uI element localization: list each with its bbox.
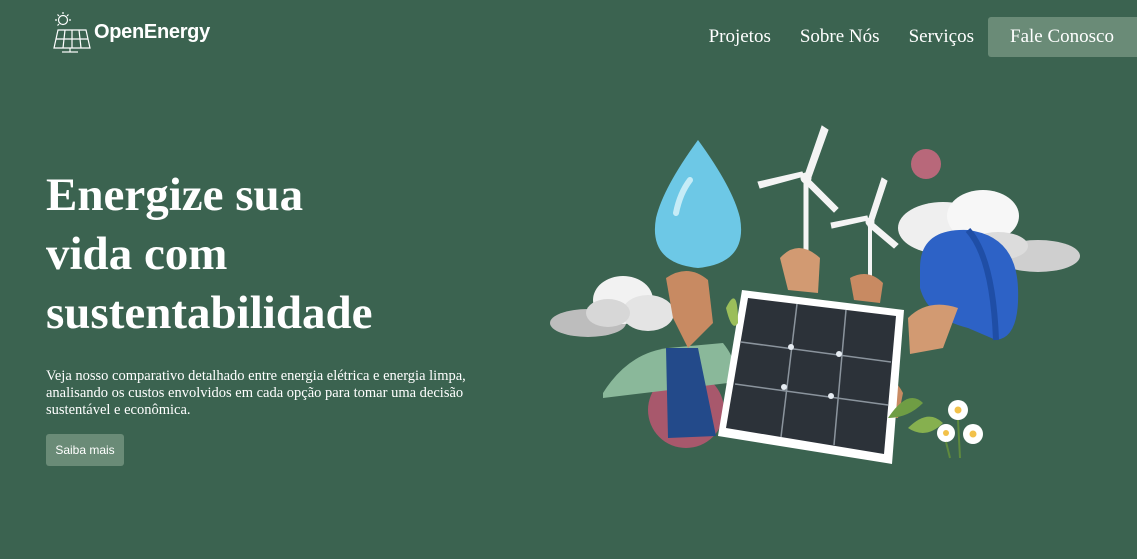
hero-description-line: sustentável e econômica.: [46, 402, 191, 418]
wind-turbine-icon: [830, 177, 899, 288]
pink-dot: [911, 149, 941, 179]
hand-right: [908, 304, 958, 354]
solar-panel-icon: [718, 290, 904, 464]
cloud-left: [550, 276, 674, 337]
logo-text: OpenEnergy: [94, 20, 210, 43]
hero-title-line: Energize sua: [46, 169, 304, 221]
hero-title-line: vida com: [46, 228, 228, 280]
hero-title: Energize sua vida com sustentabilidade: [46, 166, 466, 343]
hand-middle: [850, 274, 883, 303]
contact-button[interactable]: Fale Conosco: [988, 17, 1137, 57]
renewable-energy-illustration: [550, 125, 1080, 464]
nav-link-projetos[interactable]: Projetos: [709, 26, 771, 48]
site-header: OpenEnergy Projetos Sobre Nós Serviços F…: [0, 0, 1137, 76]
nav-link-sobre-nos[interactable]: Sobre Nós: [800, 26, 880, 48]
leaf-icon: [726, 298, 738, 326]
wind-turbine-icon: [757, 125, 839, 258]
learn-more-button[interactable]: Saiba mais: [46, 434, 124, 466]
hand-top: [780, 248, 820, 293]
logo[interactable]: OpenEnergy: [48, 10, 210, 54]
hero-title-line: sustentabilidade: [46, 287, 373, 339]
water-drop-icon: [654, 140, 742, 268]
hand-left: [666, 270, 713, 348]
hero-description-line: analisando os custos envolvidos em cada …: [46, 385, 464, 401]
solar-panel-logo-icon: [53, 12, 91, 53]
main-nav: Projetos Sobre Nós Serviços Fale Conosco: [709, 17, 1137, 57]
flowers-icon: [937, 400, 983, 459]
hero-description: Veja nosso comparativo detalhado entre e…: [46, 368, 476, 419]
hero-description-line: Veja nosso comparativo detalhado entre e…: [46, 368, 466, 384]
nav-link-servicos[interactable]: Serviços: [909, 26, 974, 48]
